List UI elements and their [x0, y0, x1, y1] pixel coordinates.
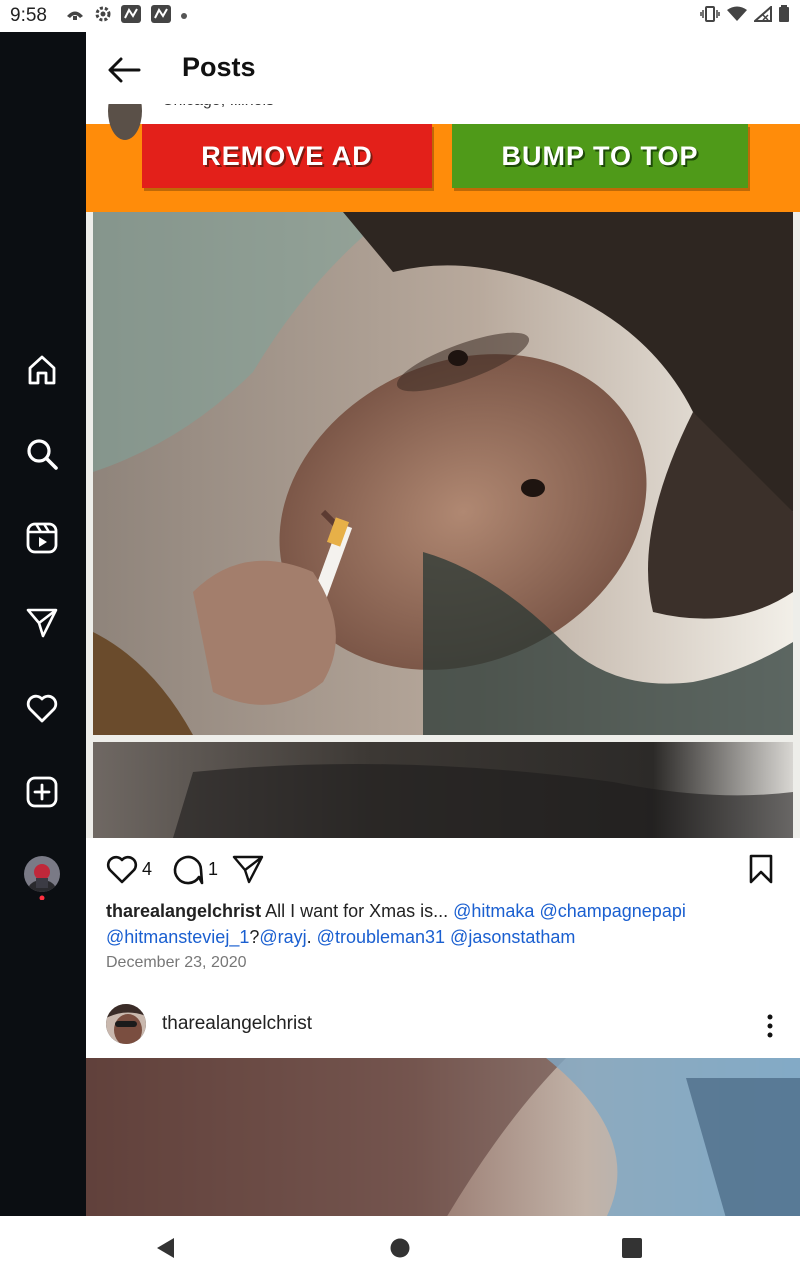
sidebar-item-search[interactable] — [22, 434, 62, 474]
mention-link[interactable]: @hitmaka — [453, 901, 534, 921]
heart-icon — [106, 855, 138, 884]
wifi-icon — [726, 6, 748, 27]
nav-back-button[interactable] — [146, 1230, 186, 1266]
profile-avatar — [24, 856, 60, 900]
comment-icon — [173, 855, 204, 885]
caption-separator: ? — [249, 927, 260, 947]
home-icon — [28, 355, 56, 385]
nav-home-button[interactable] — [380, 1230, 420, 1266]
like-button[interactable]: 4 — [106, 852, 152, 886]
page-title: Posts — [182, 52, 256, 82]
sidebar-nav — [0, 32, 86, 1216]
reels-icon — [26, 522, 58, 554]
sidebar-item-reels[interactable] — [22, 518, 62, 558]
status-left-icons — [64, 4, 188, 29]
sidebar-item-profile[interactable] — [22, 856, 62, 900]
like-count: 4 — [142, 858, 153, 879]
status-time: 9:58 — [10, 5, 47, 26]
back-button[interactable] — [106, 52, 142, 88]
caption-username[interactable]: tharealangelchrist — [106, 901, 261, 921]
share-button[interactable] — [232, 852, 264, 886]
comment-button[interactable]: 1 — [172, 852, 218, 886]
cloud-icon — [64, 7, 86, 26]
nav-recents-button[interactable] — [612, 1230, 652, 1266]
triangle-back-icon — [157, 1238, 174, 1258]
settings-icon — [94, 5, 112, 28]
more-options-button[interactable] — [756, 1008, 784, 1044]
comment-count: 1 — [208, 858, 219, 879]
save-button[interactable] — [748, 852, 774, 886]
arrow-left-icon — [108, 57, 141, 83]
next-post-header: tharealangelchrist — [86, 996, 800, 1058]
post-photo — [93, 212, 793, 735]
remove-ad-button[interactable]: REMOVE AD — [142, 124, 432, 188]
status-bar: 9:58 — [0, 0, 800, 32]
status-right-icons — [700, 4, 790, 28]
signal-icon — [752, 4, 772, 27]
mention-link[interactable]: @hitmansteviej_1 — [106, 927, 249, 947]
post-actions: 4 1 — [86, 838, 800, 898]
sidebar-item-direct[interactable] — [22, 602, 62, 642]
sidebar-item-activity[interactable] — [22, 688, 62, 728]
sidebar-item-create[interactable] — [22, 772, 62, 812]
sidebar-item-home[interactable] — [22, 350, 62, 390]
ad-banner: REMOVE AD BUMP TO TOP — [86, 124, 800, 212]
vibrate-icon — [700, 5, 720, 27]
post-date: December 23, 2020 — [106, 954, 247, 971]
bookmark-icon — [749, 854, 773, 884]
post-image[interactable] — [86, 212, 800, 838]
mention-link[interactable]: @troubleman31 — [317, 927, 445, 947]
post-caption: tharealangelchrist All I want for Xmas i… — [106, 898, 726, 950]
mention-link[interactable]: @rayj — [259, 927, 306, 947]
direct-icon — [26, 608, 58, 638]
app-icon — [150, 4, 172, 29]
create-icon — [26, 776, 58, 808]
caption-text: All I want for Xmas is... — [261, 901, 449, 921]
mention-link[interactable]: @jasonstatham — [450, 927, 575, 947]
direct-icon — [232, 855, 264, 884]
app-icon — [120, 4, 142, 29]
caption-separator: . — [306, 927, 312, 947]
mention-link[interactable]: @champagnepapi — [539, 901, 685, 921]
system-nav-bar — [0, 1216, 800, 1280]
heart-icon — [26, 694, 58, 723]
post-photo-secondary — [93, 742, 793, 838]
more-vertical-icon — [767, 1014, 773, 1038]
circle-home-icon — [390, 1238, 410, 1258]
avatar[interactable] — [106, 1004, 146, 1044]
next-post-image[interactable] — [86, 1058, 800, 1216]
main-content: Chicago, Illinois Posts REMOVE AD BUMP T… — [86, 32, 800, 1216]
square-recents-icon — [622, 1238, 642, 1258]
bump-to-top-button[interactable]: BUMP TO TOP — [452, 124, 748, 188]
post-username[interactable]: tharealangelchrist — [162, 1013, 312, 1035]
battery-icon — [778, 4, 790, 28]
dot-icon — [180, 7, 188, 25]
search-icon — [27, 439, 58, 470]
top-header: Posts — [86, 32, 800, 104]
